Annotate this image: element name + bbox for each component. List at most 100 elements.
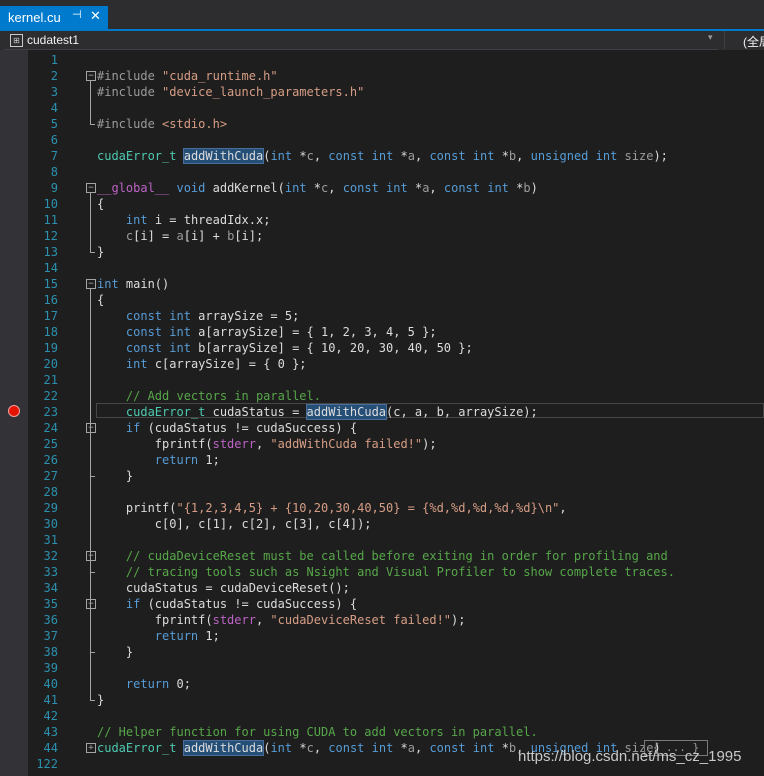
- code-text[interactable]: if (cudaStatus != cudaSuccess) {: [97, 420, 357, 436]
- code-text[interactable]: cudaStatus = cudaDeviceReset();: [97, 580, 350, 596]
- code-line[interactable]: 22 // Add vectors in parallel.: [0, 388, 764, 404]
- code-text[interactable]: // cudaDeviceReset must be called before…: [97, 548, 668, 564]
- code-token: "cuda_runtime.h": [162, 69, 278, 83]
- code-text[interactable]: {: [97, 196, 104, 212]
- code-text[interactable]: #include "cuda_runtime.h": [97, 68, 278, 84]
- project-scope-dropdown[interactable]: ⊞ cudatest1 ▾: [4, 31, 718, 50]
- global-scope-dropdown[interactable]: (全局: [724, 31, 764, 49]
- code-text[interactable]: return 0;: [97, 676, 191, 692]
- line-number: 24: [43, 421, 58, 435]
- collapse-icon[interactable]: −: [86, 551, 96, 561]
- code-line[interactable]: 3 #include "device_launch_parameters.h": [0, 84, 764, 100]
- code-line[interactable]: 26 return 1;: [0, 452, 764, 468]
- code-text[interactable]: // tracing tools such as Nsight and Visu…: [97, 564, 675, 580]
- code-line[interactable]: 1: [0, 52, 764, 68]
- code-line[interactable]: 2 #include "cuda_runtime.h": [0, 68, 764, 84]
- code-line[interactable]: 35 if (cudaStatus != cudaSuccess) {: [0, 596, 764, 612]
- code-text[interactable]: cudaError_t addWithCuda(int *c, const in…: [97, 148, 668, 164]
- code-line[interactable]: 40 return 0;: [0, 676, 764, 692]
- code-text[interactable]: }: [97, 468, 133, 484]
- collapse-icon[interactable]: −: [86, 183, 96, 193]
- collapse-icon[interactable]: −: [86, 279, 96, 289]
- code-token: fprintf(: [97, 437, 213, 451]
- code-line[interactable]: 43 // Helper function for using CUDA to a…: [0, 724, 764, 740]
- tab-kernel-cu[interactable]: kernel.cu ⊣ ✕: [0, 6, 108, 29]
- code-text[interactable]: // Helper function for using CUDA to add…: [97, 724, 538, 740]
- code-text[interactable]: }: [97, 692, 104, 708]
- code-line[interactable]: 5 #include <stdio.h>: [0, 116, 764, 132]
- chevron-down-icon[interactable]: ▾: [708, 32, 713, 43]
- code-line[interactable]: 39: [0, 660, 764, 676]
- code-line[interactable]: 16 {: [0, 292, 764, 308]
- code-line[interactable]: 30 c[0], c[1], c[2], c[3], c[4]);: [0, 516, 764, 532]
- code-line[interactable]: 21: [0, 372, 764, 388]
- code-text[interactable]: printf("{1,2,3,4,5} + {10,20,30,40,50} =…: [97, 500, 567, 516]
- code-line[interactable]: 28: [0, 484, 764, 500]
- code-text[interactable]: int main(): [97, 276, 169, 292]
- code-line[interactable]: 11 int i = threadIdx.x;: [0, 212, 764, 228]
- code-line[interactable]: 8: [0, 164, 764, 180]
- code-line[interactable]: 18 const int a[arraySize] = { 1, 2, 3, 4…: [0, 324, 764, 340]
- code-line[interactable]: 14: [0, 260, 764, 276]
- code-token: const int: [443, 181, 509, 195]
- code-text[interactable]: cudaError_t cudaStatus = addWithCuda(c, …: [97, 404, 538, 420]
- code-text[interactable]: __global__ void addKernel(int *c, const …: [97, 180, 538, 196]
- code-text[interactable]: c[0], c[1], c[2], c[3], c[4]);: [97, 516, 372, 532]
- code-line[interactable]: 19 const int b[arraySize] = { 10, 20, 30…: [0, 340, 764, 356]
- code-line[interactable]: 25 fprintf(stderr, "addWithCuda failed!"…: [0, 436, 764, 452]
- code-token: c: [306, 741, 314, 755]
- code-text[interactable]: c[i] = a[i] + b[i];: [97, 228, 263, 244]
- code-text[interactable]: if (cudaStatus != cudaSuccess) {: [97, 596, 357, 612]
- expand-icon[interactable]: +: [86, 743, 96, 753]
- code-line[interactable]: 23 cudaError_t cudaStatus = addWithCuda(…: [0, 404, 764, 420]
- code-line[interactable]: 10 {: [0, 196, 764, 212]
- code-text[interactable]: const int arraySize = 5;: [97, 308, 299, 324]
- code-line[interactable]: 42: [0, 708, 764, 724]
- code-text[interactable]: fprintf(stderr, "addWithCuda failed!");: [97, 436, 437, 452]
- code-text[interactable]: const int a[arraySize] = { 1, 2, 3, 4, 5…: [97, 324, 437, 340]
- code-text[interactable]: int i = threadIdx.x;: [97, 212, 271, 228]
- collapse-icon[interactable]: −: [86, 423, 96, 433]
- code-text[interactable]: #include <stdio.h>: [97, 116, 227, 132]
- code-token: cudaError_t: [97, 149, 177, 163]
- code-line[interactable]: 20 int c[arraySize] = { 0 };: [0, 356, 764, 372]
- collapse-icon[interactable]: −: [86, 71, 96, 81]
- code-token: i = threadIdx.x;: [147, 213, 271, 227]
- code-line[interactable]: 7 cudaError_t addWithCuda(int *c, const i…: [0, 148, 764, 164]
- code-text[interactable]: }: [97, 244, 104, 260]
- code-text[interactable]: // Add vectors in parallel.: [97, 388, 321, 404]
- code-line[interactable]: 12 c[i] = a[i] + b[i];: [0, 228, 764, 244]
- pin-icon[interactable]: ⊣: [72, 8, 82, 21]
- code-text[interactable]: }: [97, 644, 133, 660]
- code-line[interactable]: 29 printf("{1,2,3,4,5} + {10,20,30,40,50…: [0, 500, 764, 516]
- code-text[interactable]: int c[arraySize] = { 0 };: [97, 356, 307, 372]
- code-line[interactable]: 24 if (cudaStatus != cudaSuccess) {: [0, 420, 764, 436]
- code-line[interactable]: 32 // cudaDeviceReset must be called bef…: [0, 548, 764, 564]
- code-line[interactable]: 6: [0, 132, 764, 148]
- code-line[interactable]: 36 fprintf(stderr, "cudaDeviceReset fail…: [0, 612, 764, 628]
- line-number: 15: [43, 277, 58, 291]
- code-line[interactable]: 15 int main(): [0, 276, 764, 292]
- code-line[interactable]: 9 __global__ void addKernel(int *c, const…: [0, 180, 764, 196]
- collapse-icon[interactable]: −: [86, 599, 96, 609]
- code-line[interactable]: 33 // tracing tools such as Nsight and V…: [0, 564, 764, 580]
- close-icon[interactable]: ✕: [90, 8, 101, 24]
- code-token: a: [407, 149, 415, 163]
- code-text[interactable]: fprintf(stderr, "cudaDeviceReset failed!…: [97, 612, 466, 628]
- code-text[interactable]: #include "device_launch_parameters.h": [97, 84, 364, 100]
- code-line[interactable]: 41}: [0, 692, 764, 708]
- code-line[interactable]: 34 cudaStatus = cudaDeviceReset();: [0, 580, 764, 596]
- code-text[interactable]: {: [97, 292, 104, 308]
- code-line[interactable]: 31: [0, 532, 764, 548]
- code-text[interactable]: return 1;: [97, 628, 220, 644]
- code-line[interactable]: 38 }: [0, 644, 764, 660]
- code-text[interactable]: return 1;: [97, 452, 220, 468]
- code-line[interactable]: 13}: [0, 244, 764, 260]
- code-line[interactable]: 17 const int arraySize = 5;: [0, 308, 764, 324]
- code-line[interactable]: 27 }: [0, 468, 764, 484]
- code-line[interactable]: 4: [0, 100, 764, 116]
- code-text[interactable]: const int b[arraySize] = { 10, 20, 30, 4…: [97, 340, 473, 356]
- code-line[interactable]: 37 return 1;: [0, 628, 764, 644]
- code-editor[interactable]: 1 2 #include "cuda_runtime.h" 3 #include "de…: [0, 50, 764, 776]
- code-token: *: [393, 741, 408, 755]
